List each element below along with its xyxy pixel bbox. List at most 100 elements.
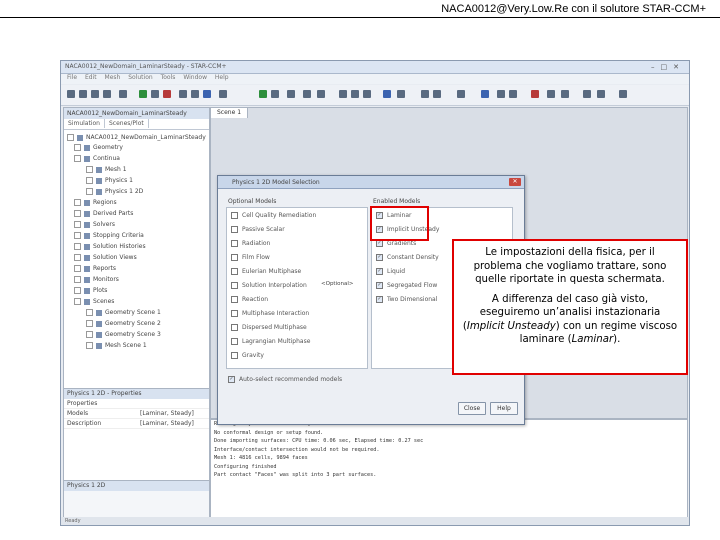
enabled-model-item[interactable]: ✓ Gradients [376,240,416,247]
expand-icon[interactable] [86,166,93,173]
tree-item-geometry-scene-3[interactable]: Geometry Scene 3 [86,331,161,339]
checkmark-icon[interactable]: ✓ [376,268,383,275]
checkmark-icon[interactable]: ✓ [376,254,383,261]
expand-icon[interactable] [74,221,81,228]
tree-item-mesh-scene-1[interactable]: Mesh Scene 1 [86,342,147,350]
arrow-right-icon[interactable] [383,90,391,98]
expand-icon[interactable] [74,276,81,283]
contour-icon[interactable] [497,90,505,98]
select-icon[interactable] [219,90,227,98]
tree-item-stopping-criteria[interactable]: Stopping Criteria [74,232,144,240]
optional-model-item[interactable]: Lagrangian Multiphase [231,338,310,345]
window-controls[interactable]: –□✕ [651,63,685,71]
optional-model-item[interactable]: Reaction [231,296,268,303]
scene-icon[interactable] [191,90,199,98]
checkmark-icon[interactable]: ✓ [376,282,383,289]
checkmark-icon[interactable]: ✓ [376,240,383,247]
checkbox-icon[interactable] [231,338,238,345]
step-icon[interactable] [151,90,159,98]
properties-section[interactable]: Properties [64,399,209,409]
save-icon[interactable] [91,90,99,98]
expand-icon[interactable] [74,287,81,294]
line-icon[interactable] [481,90,489,98]
help-icon[interactable] [619,90,627,98]
expand-icon[interactable] [86,331,93,338]
checkbox-icon[interactable] [231,240,238,247]
enabled-model-item[interactable]: ✓ Liquid [376,268,405,275]
expand-icon[interactable] [74,210,81,217]
expand-icon[interactable] [74,243,81,250]
tree-item-geometry-scene-1[interactable]: Geometry Scene 1 [86,309,161,317]
tree-item-plots[interactable]: Plots [74,287,107,295]
probe-icon[interactable] [583,90,591,98]
checkbox-icon[interactable] [231,254,238,261]
property-row-description[interactable]: Description [Laminar, Steady] [64,419,209,429]
expand-icon[interactable] [86,342,93,349]
expand-icon[interactable] [86,320,93,327]
menu-mesh[interactable]: Mesh [105,74,121,81]
pin-icon[interactable] [271,90,279,98]
camera-icon[interactable] [287,90,295,98]
mesh-icon[interactable] [179,90,187,98]
checkbox-icon[interactable] [231,268,238,275]
optional-model-item[interactable]: Multiphase Interaction [231,310,309,317]
close-icon[interactable]: ✕ [509,178,521,186]
property-row-models[interactable]: Models [Laminar, Steady] [64,409,209,419]
optional-model-item[interactable]: Radiation [231,240,270,247]
checkbox-icon[interactable] [231,212,238,219]
tree-item-geometry[interactable]: Geometry [74,144,123,152]
menu-solution[interactable]: Solution [128,74,152,81]
tree-item-continua[interactable]: Continua [74,155,120,163]
optional-model-item[interactable]: Passive Scalar [231,226,285,233]
close-button[interactable]: Close [458,402,486,415]
tree-item-solution-views[interactable]: Solution Views [74,254,137,262]
checkbox-icon[interactable] [231,226,238,233]
print-icon[interactable] [103,90,111,98]
checkmark-icon[interactable]: ✓ [376,296,383,303]
tree-item-scenes[interactable]: Scenes [74,298,114,306]
optional-model-item[interactable]: Gravity [231,352,264,359]
tree-item-geometry-scene-2[interactable]: Geometry Scene 2 [86,320,161,328]
fit-icon[interactable] [317,90,325,98]
grid-icon[interactable] [421,90,429,98]
checkbox-icon[interactable] [231,324,238,331]
copy-icon[interactable] [119,90,127,98]
expand-icon[interactable] [74,199,81,206]
orient-icon[interactable] [397,90,405,98]
menu-tools[interactable]: Tools [161,74,176,81]
optional-model-item[interactable]: Film Flow [231,254,270,261]
tree-item-physics-1[interactable]: Physics 1 [86,177,133,185]
auto-select-row[interactable]: ✓ Auto-select recommended models [228,376,342,383]
collapse-icon[interactable] [67,134,74,141]
output-log[interactable]: Reading "Physics 1 2D" and "Physics 1" f… [210,419,688,519]
help-button[interactable]: Help [490,402,518,415]
collapse-icon[interactable] [74,155,81,162]
expand-icon[interactable] [86,188,93,195]
tree-item-solution-histories[interactable]: Solution Histories [74,243,146,251]
optional-model-item[interactable]: Dispersed Multiphase [231,324,307,331]
light-icon[interactable] [547,90,555,98]
tree-item-solvers[interactable]: Solvers [74,221,115,229]
measure-icon[interactable] [597,90,605,98]
expand-icon[interactable] [74,254,81,261]
tree-item-root[interactable]: NACA0012_NewDomain_LaminarSteady [67,134,206,142]
checkbox-icon[interactable] [231,296,238,303]
clip-icon[interactable] [561,90,569,98]
tab-scenes-plot[interactable]: Scenes/Plot [105,119,149,128]
expand-icon[interactable] [86,309,93,316]
optional-model-item[interactable]: Solution Interpolation [231,282,307,289]
enabled-model-item[interactable]: ✓ Constant Density [376,254,439,261]
tree-item-mesh-1[interactable]: Mesh 1 [86,166,127,174]
checkmark-icon[interactable]: ✓ [228,376,235,383]
expand-icon[interactable] [74,265,81,272]
new-file-icon[interactable] [67,90,75,98]
tree-item-derived-parts[interactable]: Derived Parts [74,210,133,218]
tree-item-physics-1-2d[interactable]: Physics 1 2D [86,188,143,196]
menu-help[interactable]: Help [215,74,229,81]
checkbox-icon[interactable] [231,310,238,317]
window-icon[interactable] [457,90,465,98]
tree-item-monitors[interactable]: Monitors [74,276,119,284]
color-icon[interactable] [531,90,539,98]
tab-scene-1[interactable]: Scene 1 [211,108,249,118]
expand-icon[interactable] [86,177,93,184]
